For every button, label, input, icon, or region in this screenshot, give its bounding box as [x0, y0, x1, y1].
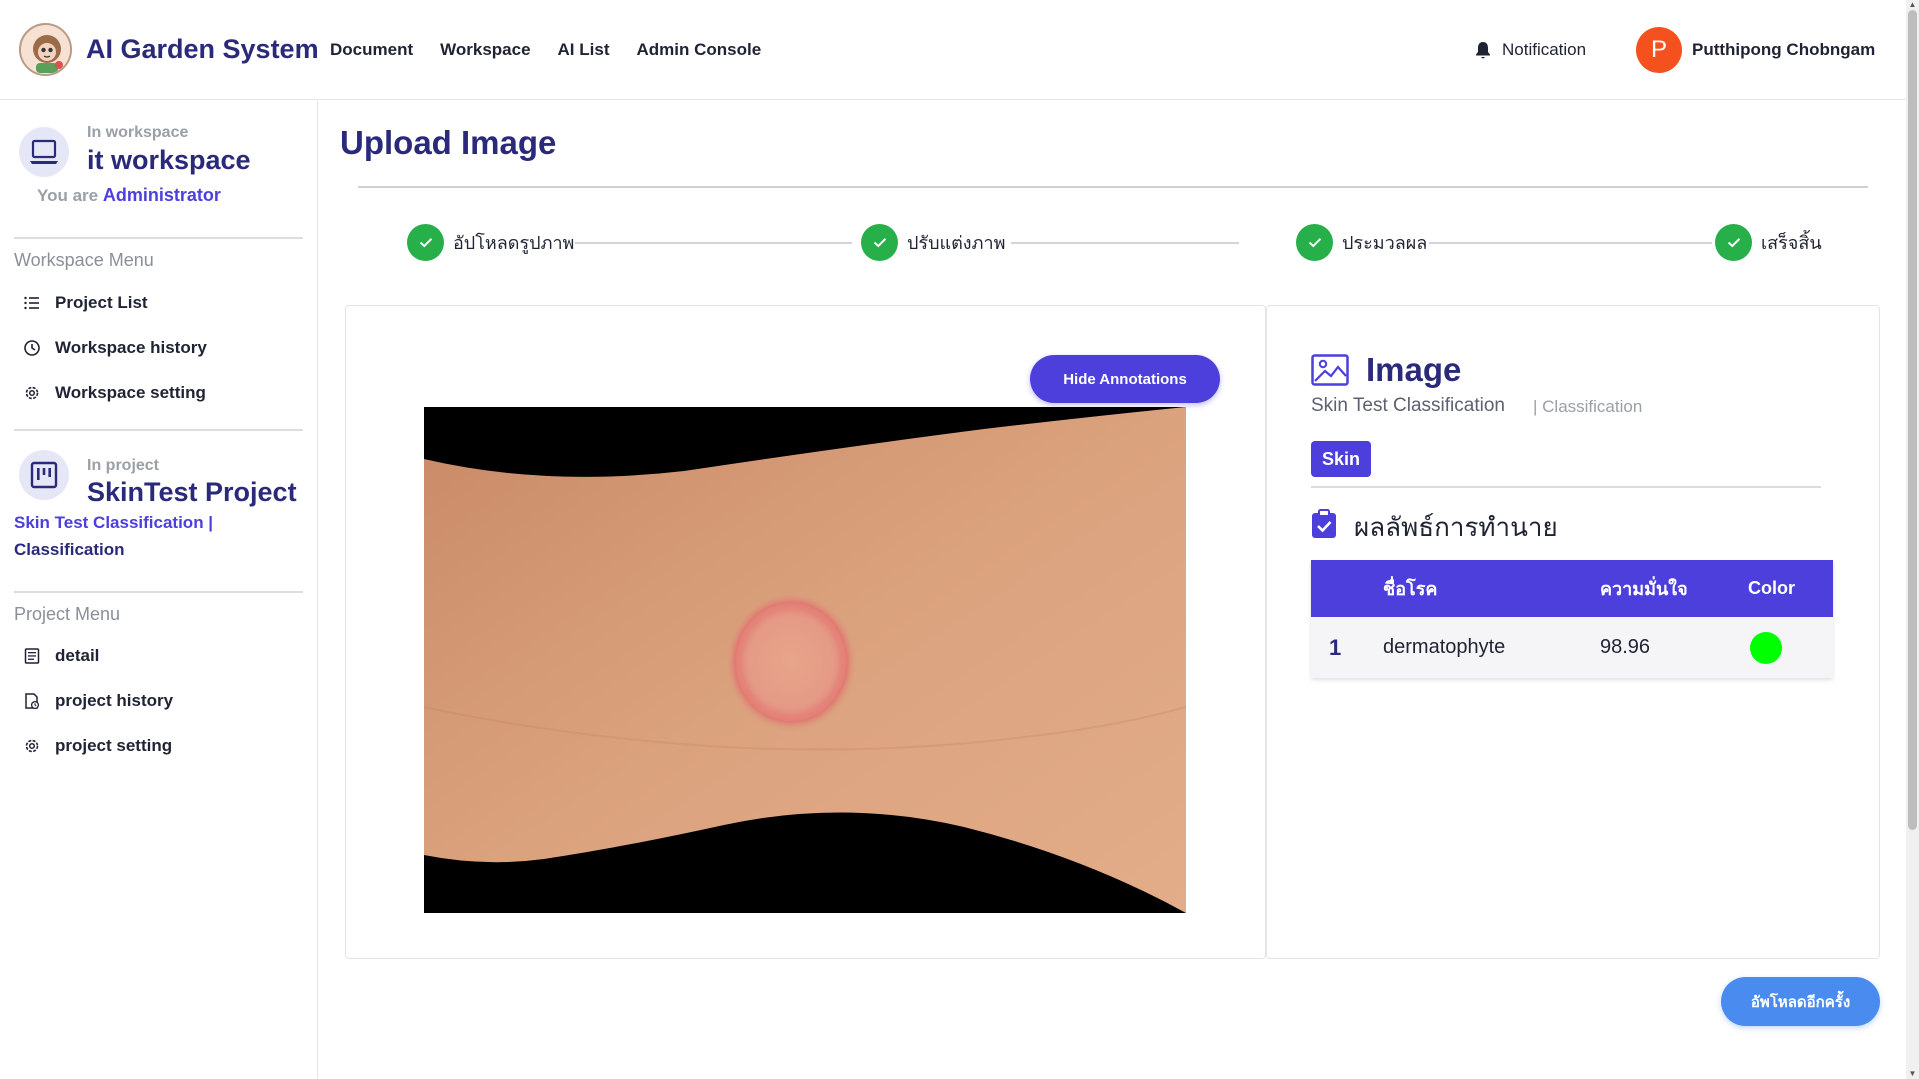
laptop-icon: [19, 127, 69, 177]
sidebar-item-project-setting[interactable]: project setting: [23, 736, 172, 756]
app-logo[interactable]: [19, 23, 72, 76]
table-header: ชื่อโรค ความมั่นใจ Color: [1311, 560, 1833, 617]
bell-icon: [1476, 41, 1490, 58]
step-upload: อัปโหลดรูปภาพ: [407, 224, 574, 261]
result-divider: [1311, 486, 1821, 488]
list-icon: [24, 296, 39, 310]
detail-icon: [24, 648, 40, 664]
check-icon: [1296, 224, 1333, 261]
sidebar-item-label: Project List: [55, 293, 148, 312]
header-confidence: ความมั่นใจ: [1600, 579, 1688, 599]
step-connector: [1011, 242, 1239, 244]
main-nav: Document Workspace AI List Admin Console: [330, 40, 761, 60]
sidebar: In workspace it workspace You are Admini…: [0, 101, 318, 1079]
user-name[interactable]: Putthipong Chobngam: [1692, 40, 1875, 60]
row-confidence: 98.96: [1600, 636, 1651, 658]
check-icon: [1715, 224, 1752, 261]
workspace-menu-title: Workspace Menu: [14, 250, 154, 270]
table-row: 1 dermatophyte 98.96: [1311, 617, 1833, 678]
role-line: You are Administrator: [37, 185, 221, 206]
image-panel-title: Image: [1366, 351, 1462, 388]
project-meta-line2: Classification: [14, 540, 125, 559]
project-board-icon: [19, 450, 69, 500]
history-icon: [24, 340, 40, 356]
row-color-swatch: [1750, 631, 1782, 664]
header-color: Color: [1748, 578, 1795, 598]
check-icon: [861, 224, 898, 261]
clipboard-check-icon: [1311, 509, 1337, 544]
gear-icon: [25, 739, 39, 753]
progress-stepper: อัปโหลดรูปภาพ ปรับแต่งภาพ ประมวลผล เสร็จ…: [407, 224, 1822, 262]
row-disease: dermatophyte: [1383, 636, 1506, 658]
sidebar-divider: [14, 429, 303, 431]
notification-label: Notification: [1502, 40, 1587, 59]
sidebar-item-label: project setting: [55, 736, 173, 755]
sidebar-item-detail[interactable]: detail: [23, 646, 99, 666]
scroll-thumb[interactable]: [1908, 10, 1917, 830]
model-name: Skin Test Classification: [1311, 395, 1505, 416]
role-prefix: You are: [37, 186, 99, 205]
step-label: เสร็จสิ้น: [1761, 233, 1822, 253]
step-label: ประมวลผล: [1342, 233, 1428, 253]
step-done: เสร็จสิ้น: [1715, 224, 1822, 261]
workspace-name: it workspace: [87, 145, 251, 175]
title-divider: [358, 186, 1868, 188]
model-type: | Classification: [1533, 397, 1643, 416]
page-scrollbar[interactable]: ▲ ▼: [1906, 0, 1919, 1079]
header-disease: ชื่อโรค: [1383, 579, 1438, 599]
nav-workspace[interactable]: Workspace: [440, 40, 530, 60]
avatar[interactable]: P: [1636, 27, 1682, 73]
nav-ai-list[interactable]: AI List: [558, 40, 610, 60]
step-label: ปรับแต่งภาพ: [907, 233, 1006, 253]
project-caption: In project: [87, 457, 160, 474]
uploaded-skin-image: [424, 407, 1186, 913]
row-rank: 1: [1329, 634, 1342, 660]
prediction-result-title: ผลลัพธ์การทำนาย: [1354, 512, 1558, 542]
project-name: SkinTest Project: [87, 477, 297, 507]
page-title: Upload Image: [340, 124, 557, 161]
project-menu-title: Project Menu: [14, 604, 121, 624]
sidebar-item-project-history[interactable]: project history: [23, 691, 173, 711]
role-value: Administrator: [102, 185, 221, 205]
sidebar-item-workspace-setting[interactable]: Workspace setting: [23, 383, 206, 403]
app-title[interactable]: AI Garden System: [86, 34, 319, 65]
check-icon: [407, 224, 444, 261]
step-connector: [575, 242, 852, 244]
step-process: ประมวลผล: [1296, 224, 1427, 261]
sidebar-divider: [14, 237, 303, 239]
history-file-icon: [25, 693, 40, 710]
category-tag: Skin: [1311, 441, 1372, 477]
hide-annotations-button[interactable]: Hide Annotations: [1030, 355, 1220, 403]
sidebar-item-label: project history: [55, 691, 174, 710]
reupload-button[interactable]: อัพโหลดอีกครั้ง: [1721, 977, 1880, 1026]
sidebar-item-label: Workspace history: [55, 338, 207, 357]
sidebar-divider: [14, 591, 303, 593]
step-connector: [1429, 242, 1712, 244]
step-adjust: ปรับแต่งภาพ: [861, 224, 1005, 261]
row-color-cell: [1750, 617, 1782, 678]
sidebar-item-workspace-history[interactable]: Workspace history: [23, 338, 207, 358]
prediction-table: ชื่อโรค ความมั่นใจ Color 1 dermatophyte …: [1311, 560, 1833, 678]
scroll-down-icon[interactable]: ▼: [1906, 1069, 1919, 1079]
sidebar-item-label: detail: [55, 646, 100, 665]
workspace-caption: In workspace: [87, 124, 189, 141]
image-icon: [1311, 354, 1349, 391]
scroll-up-icon[interactable]: ▲: [1906, 0, 1919, 10]
top-navbar: AI Garden System Document Workspace AI L…: [0, 0, 1906, 100]
nav-document[interactable]: Document: [330, 40, 413, 60]
sidebar-item-label: Workspace setting: [55, 383, 206, 402]
sidebar-item-project-list[interactable]: Project List: [23, 293, 148, 313]
project-meta-line1: Skin Test Classification |: [14, 513, 214, 532]
gear-icon: [25, 386, 39, 400]
nav-admin-console[interactable]: Admin Console: [636, 40, 761, 60]
step-label: อัปโหลดรูปภาพ: [453, 233, 575, 253]
notification-button[interactable]: Notification: [1474, 40, 1586, 60]
